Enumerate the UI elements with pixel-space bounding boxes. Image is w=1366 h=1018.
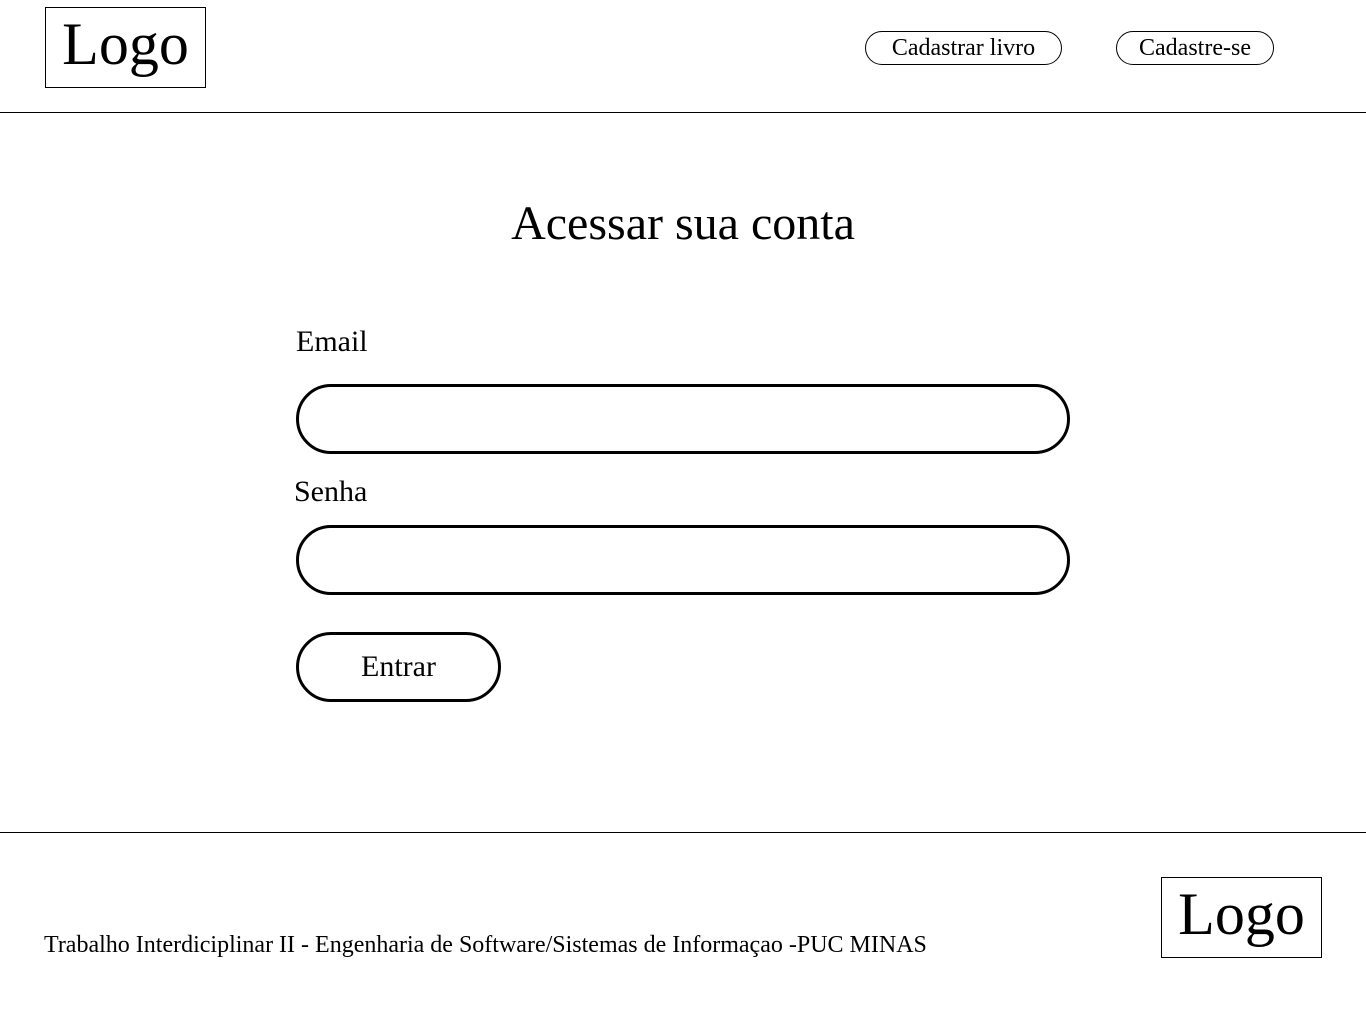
email-field[interactable] [296, 384, 1070, 454]
footer-credits: Trabalho Interdiciplinar II - Engenharia… [44, 932, 927, 958]
email-label: Email [296, 325, 368, 358]
register-book-button[interactable]: Cadastrar livro [865, 31, 1062, 65]
footer-logo: Logo [1161, 877, 1322, 958]
page-title: Acessar sua conta [511, 197, 855, 250]
login-button[interactable]: Entrar [296, 632, 501, 702]
password-field[interactable] [296, 525, 1070, 595]
header-logo-text: Logo [62, 10, 189, 77]
footer-divider [0, 832, 1366, 833]
header-divider [0, 112, 1366, 113]
sign-up-button[interactable]: Cadastre-se [1116, 31, 1274, 65]
footer-logo-text: Logo [1178, 880, 1305, 947]
password-label: Senha [294, 475, 368, 508]
header-logo[interactable]: Logo [45, 7, 206, 88]
